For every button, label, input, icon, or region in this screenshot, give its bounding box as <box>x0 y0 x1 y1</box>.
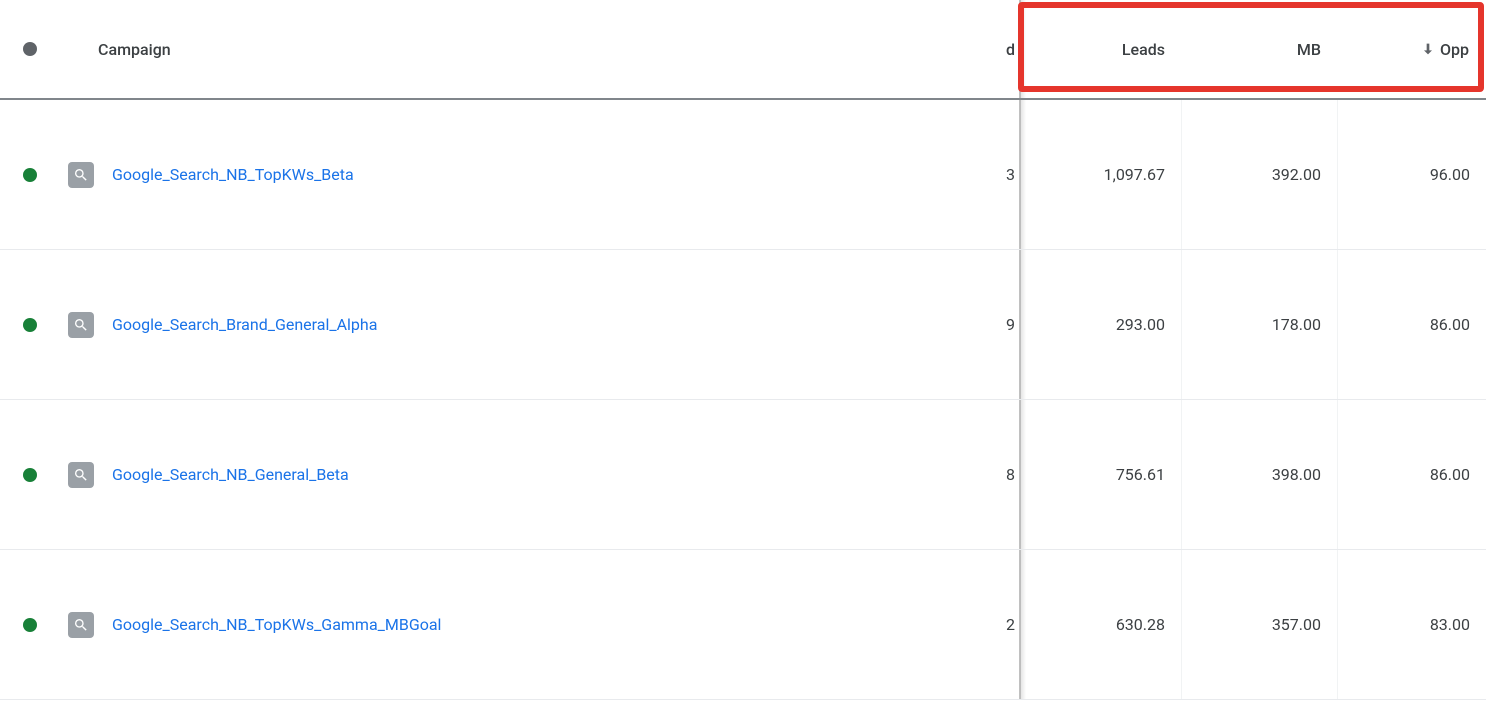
status-enabled-icon <box>23 468 37 482</box>
truncated-value-cell: 9 <box>992 250 1020 399</box>
mb-cell: 357.00 <box>1182 550 1338 699</box>
opp-cell: 96.00 <box>1338 100 1486 249</box>
leads-cell: 293.00 <box>1026 250 1182 399</box>
column-header-opp-label: Opp <box>1440 40 1469 59</box>
opp-cell: 83.00 <box>1338 550 1486 699</box>
row-status-cell[interactable] <box>0 168 60 182</box>
table-row: Google_Search_NB_TopKWs_Gamma_MBGoal 2 6… <box>0 550 1486 700</box>
table-row: Google_Search_NB_TopKWs_Beta 3 1,097.67 … <box>0 100 1486 250</box>
campaign-name-cell: Google_Search_Brand_General_Alpha <box>100 315 992 334</box>
column-header-opp[interactable]: Opp <box>1338 0 1486 98</box>
status-enabled-icon <box>23 618 37 632</box>
campaign-type-cell <box>60 162 100 188</box>
status-filter-icon <box>23 42 37 56</box>
leads-cell: 1,097.67 <box>1026 100 1182 249</box>
search-campaign-icon <box>68 462 94 488</box>
truncated-value-cell: 2 <box>992 550 1020 699</box>
leads-cell: 756.61 <box>1026 400 1182 549</box>
sort-descending-icon <box>1420 41 1436 57</box>
truncated-value-cell: 3 <box>992 100 1020 249</box>
column-header-leads[interactable]: Leads <box>1026 0 1182 98</box>
table-row: Google_Search_Brand_General_Alpha 9 293.… <box>0 250 1486 400</box>
column-header-status[interactable] <box>0 42 60 56</box>
row-status-cell[interactable] <box>0 618 60 632</box>
mb-cell: 178.00 <box>1182 250 1338 399</box>
campaign-type-cell <box>60 462 100 488</box>
row-status-cell[interactable] <box>0 468 60 482</box>
opp-cell: 86.00 <box>1338 250 1486 399</box>
table-header-row: Campaign d Leads MB Opp <box>0 0 1486 100</box>
search-campaign-icon <box>68 612 94 638</box>
status-enabled-icon <box>23 168 37 182</box>
status-enabled-icon <box>23 318 37 332</box>
mb-cell: 398.00 <box>1182 400 1338 549</box>
campaign-name-cell: Google_Search_NB_TopKWs_Gamma_MBGoal <box>100 615 992 634</box>
column-header-campaign[interactable]: Campaign <box>60 40 992 59</box>
search-campaign-icon <box>68 312 94 338</box>
campaign-name-cell: Google_Search_NB_TopKWs_Beta <box>100 165 992 184</box>
campaign-link[interactable]: Google_Search_NB_General_Beta <box>112 465 349 484</box>
campaign-link[interactable]: Google_Search_NB_TopKWs_Beta <box>112 165 354 184</box>
campaign-link[interactable]: Google_Search_NB_TopKWs_Gamma_MBGoal <box>112 615 441 634</box>
search-campaign-icon <box>68 162 94 188</box>
row-status-cell[interactable] <box>0 318 60 332</box>
column-header-truncated[interactable]: d <box>992 0 1020 98</box>
opp-cell: 86.00 <box>1338 400 1486 549</box>
campaign-table: Campaign d Leads MB Opp Google_Search_NB… <box>0 0 1486 700</box>
column-header-mb[interactable]: MB <box>1182 0 1338 98</box>
campaign-type-cell <box>60 612 100 638</box>
table-row: Google_Search_NB_General_Beta 8 756.61 3… <box>0 400 1486 550</box>
campaign-name-cell: Google_Search_NB_General_Beta <box>100 465 992 484</box>
campaign-link[interactable]: Google_Search_Brand_General_Alpha <box>112 315 377 334</box>
truncated-value-cell: 8 <box>992 400 1020 549</box>
campaign-type-cell <box>60 312 100 338</box>
leads-cell: 630.28 <box>1026 550 1182 699</box>
mb-cell: 392.00 <box>1182 100 1338 249</box>
